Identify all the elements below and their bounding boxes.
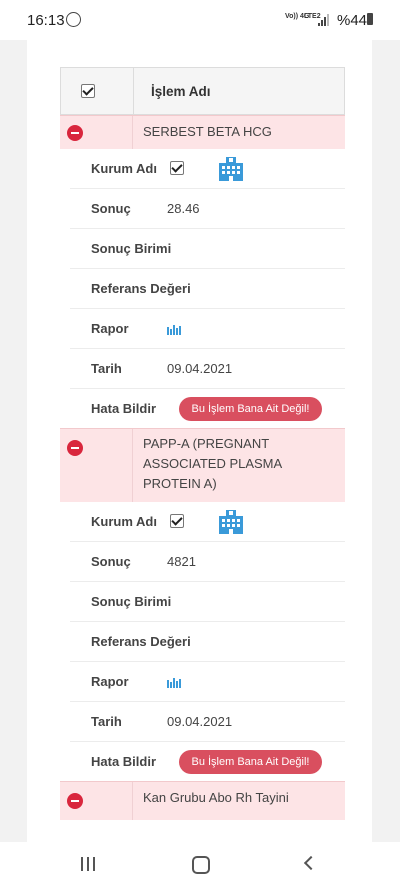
- android-nav-bar: [0, 842, 400, 888]
- record-name: Kan Grubu Abo Rh Tayini: [143, 790, 289, 805]
- detail-row-rapor: Rapor: [70, 662, 345, 702]
- sonuc-label: Sonuç: [91, 554, 131, 569]
- hospital-icon[interactable]: [218, 508, 244, 534]
- sonuc-value: 4821: [167, 554, 196, 569]
- record-details: Kurum Adı Sonuç 4821 Sonuç Birimi Refera…: [60, 502, 345, 781]
- select-all-checkbox[interactable]: [81, 84, 95, 98]
- select-all-cell: [61, 68, 134, 114]
- detail-row-birim: Sonuç Birimi: [70, 229, 345, 269]
- record-name: SERBEST BETA HCG: [143, 124, 272, 139]
- kurum-label: Kurum Adı: [91, 514, 157, 529]
- hospital-icon[interactable]: [218, 155, 244, 181]
- rapor-label: Rapor: [91, 321, 129, 336]
- sonuc-label: Sonuç: [91, 201, 131, 216]
- record-details: Kurum Adı Sonuç 28.46 Sonuç Birimi Refer…: [60, 149, 345, 428]
- battery-icon: [367, 13, 373, 25]
- recent-apps-icon[interactable]: [80, 857, 96, 871]
- detail-row-sonuc: Sonuç 28.46: [70, 189, 345, 229]
- birim-label: Sonuç Birimi: [91, 594, 172, 609]
- tarih-label: Tarih: [91, 714, 122, 729]
- detail-row-kurum: Kurum Adı: [70, 502, 345, 542]
- record-name: PAPP-A (PREGNANT ASSOCIATED PLASMA PROTE…: [143, 436, 283, 491]
- hata-label: Hata Bildir: [91, 401, 157, 416]
- not-mine-button[interactable]: Bu İşlem Bana Ait Değil!: [179, 750, 322, 774]
- not-mine-button[interactable]: Bu İşlem Bana Ait Değil!: [179, 397, 322, 421]
- whatsapp-icon: [66, 12, 81, 27]
- record-name-row: Kan Grubu Abo Rh Tayini: [60, 781, 345, 820]
- referans-label: Referans Değeri: [91, 281, 191, 296]
- battery-level: %44: [337, 12, 368, 29]
- detail-row-hata: Hata Bildir Bu İşlem Bana Ait Değil!: [70, 389, 345, 428]
- tarih-value: 09.04.2021: [167, 714, 233, 729]
- rapor-label: Rapor: [91, 674, 129, 689]
- tarih-label: Tarih: [91, 361, 122, 376]
- back-icon[interactable]: [303, 855, 319, 871]
- detail-row-birim: Sonuç Birimi: [70, 582, 345, 622]
- referans-label: Referans Değeri: [91, 634, 191, 649]
- report-chart-icon[interactable]: [167, 323, 181, 335]
- content-card: İşlem Adı SERBEST BETA HCG Kurum Adı Son…: [27, 30, 372, 842]
- kurum-checkbox[interactable]: [170, 161, 184, 175]
- tarih-value: 09.04.2021: [167, 361, 233, 376]
- collapse-icon[interactable]: [67, 125, 83, 141]
- detail-row-tarih: Tarih 09.04.2021: [70, 702, 345, 742]
- detail-row-hata: Hata Bildir Bu İşlem Bana Ait Değil!: [70, 742, 345, 781]
- collapse-icon[interactable]: [67, 440, 83, 456]
- detail-row-referans: Referans Değeri: [70, 622, 345, 662]
- table-header: İşlem Adı: [60, 67, 345, 115]
- record-name-row: SERBEST BETA HCG: [60, 115, 345, 149]
- detail-row-kurum: Kurum Adı: [70, 149, 345, 189]
- birim-label: Sonuç Birimi: [91, 241, 172, 256]
- hata-label: Hata Bildir: [91, 754, 157, 769]
- detail-row-referans: Referans Değeri: [70, 269, 345, 309]
- record-name-row: PAPP-A (PREGNANT ASSOCIATED PLASMA PROTE…: [60, 428, 345, 502]
- column-title: İşlem Adı: [151, 84, 211, 99]
- kurum-label: Kurum Adı: [91, 161, 157, 176]
- detail-row-tarih: Tarih 09.04.2021: [70, 349, 345, 389]
- status-time: 16:13: [27, 12, 65, 29]
- kurum-checkbox[interactable]: [170, 514, 184, 528]
- report-chart-icon[interactable]: [167, 676, 181, 688]
- collapse-icon[interactable]: [67, 793, 83, 809]
- home-icon[interactable]: [192, 856, 210, 874]
- results-table: İşlem Adı SERBEST BETA HCG Kurum Adı Son…: [60, 67, 345, 820]
- detail-row-rapor: Rapor: [70, 309, 345, 349]
- detail-row-sonuc: Sonuç 4821: [70, 542, 345, 582]
- sonuc-value: 28.46: [167, 201, 200, 216]
- signal-icon: [318, 14, 329, 26]
